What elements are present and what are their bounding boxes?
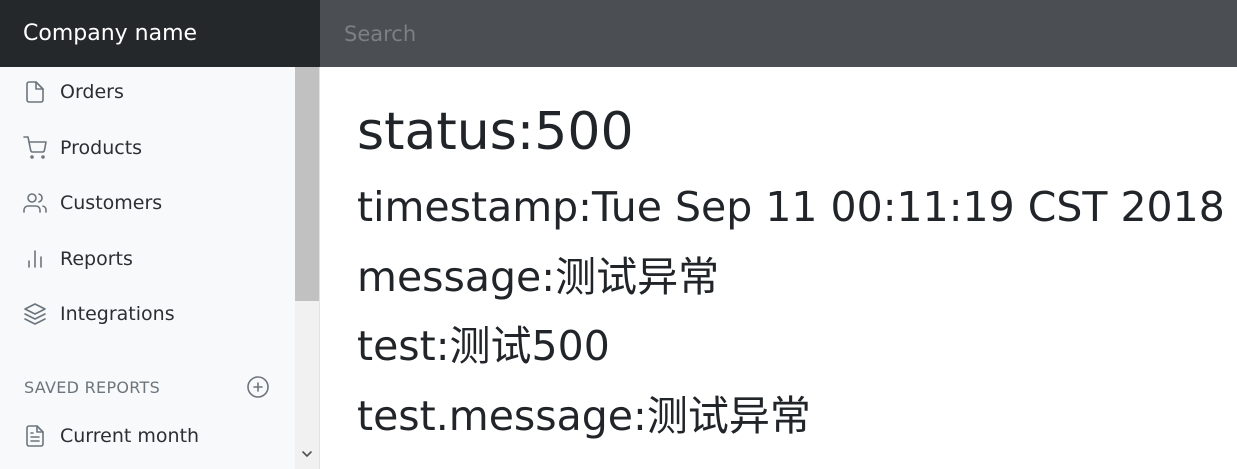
- users-icon: [22, 190, 48, 216]
- file-icon: [22, 79, 48, 105]
- scroll-down-button[interactable]: [295, 439, 319, 469]
- timestamp-line: timestamp:Tue Sep 11 00:11:19 CST 2018: [357, 183, 1225, 231]
- brand-name[interactable]: Company name: [0, 0, 320, 67]
- scrollbar-thumb[interactable]: [295, 67, 319, 301]
- test-message-line: test.message:测试异常: [357, 392, 811, 440]
- sidebar: Orders Products Customers Reports Integr…: [0, 67, 320, 469]
- main-content: status:500 timestamp:Tue Sep 11 00:11:19…: [357, 67, 1237, 469]
- sidebar-item-customers[interactable]: Customers: [0, 183, 295, 223]
- chevron-down-icon: [299, 446, 315, 462]
- plus-circle-icon: [246, 375, 270, 399]
- bar-chart-icon: [22, 246, 48, 272]
- sidebar-item-products[interactable]: Products: [0, 128, 295, 168]
- sidebar-item-reports[interactable]: Reports: [0, 239, 295, 279]
- sidebar-item-label: Customers: [60, 192, 163, 214]
- saved-reports-heading: SAVED REPORTS: [24, 378, 161, 397]
- file-text-icon: [22, 423, 48, 449]
- top-navbar: Company name: [0, 0, 1237, 67]
- status-heading: status:500: [357, 102, 634, 162]
- sidebar-item-label: Products: [60, 137, 143, 159]
- search-input[interactable]: [320, 0, 1237, 67]
- sidebar-item-current-month[interactable]: Current month: [0, 416, 295, 456]
- sidebar-item-label: Orders: [60, 81, 124, 103]
- shopping-cart-icon: [22, 135, 48, 161]
- sidebar-item-label: Current month: [60, 425, 200, 447]
- sidebar-item-integrations[interactable]: Integrations: [0, 294, 295, 334]
- sidebar-item-orders[interactable]: Orders: [0, 72, 295, 112]
- sidebar-item-label: Reports: [60, 248, 133, 270]
- test-line: test:测试500: [357, 322, 610, 370]
- sidebar-scrollbar[interactable]: [295, 67, 319, 469]
- add-report-button[interactable]: [245, 374, 271, 400]
- sidebar-item-label: Integrations: [60, 303, 175, 325]
- layers-icon: [22, 301, 48, 327]
- message-line: message:测试异常: [357, 253, 720, 301]
